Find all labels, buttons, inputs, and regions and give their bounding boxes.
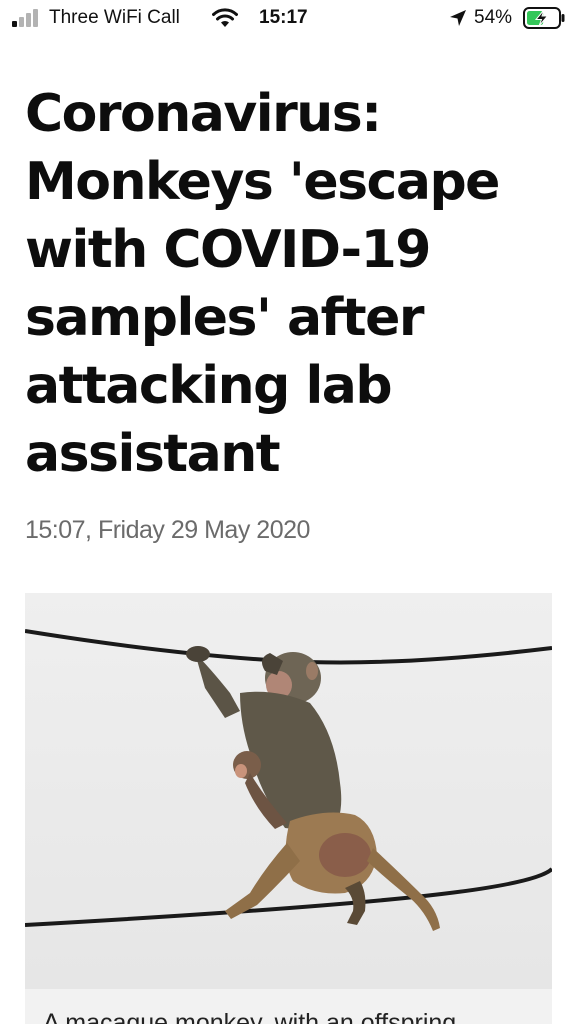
- battery-charging-icon: [523, 7, 565, 29]
- article-timestamp: 15:07, Friday 29 May 2020: [25, 516, 310, 544]
- status-time: 15:17: [259, 7, 308, 28]
- wifi-icon: [212, 8, 238, 27]
- article-headline: Coronavirus: Monkeys 'escape with COVID-…: [25, 84, 500, 484]
- image-caption: A macaque monkey, with an offspring: [43, 1009, 457, 1024]
- status-bar: Three WiFi Call 15:17 54%: [0, 0, 577, 40]
- monkey-photo: [25, 593, 552, 989]
- carrier-name: Three WiFi Call: [49, 7, 180, 28]
- location-arrow-icon: [450, 10, 466, 26]
- battery-percent: 54%: [474, 7, 513, 28]
- article-image[interactable]: [25, 593, 552, 989]
- signal-icon: [12, 9, 38, 27]
- caption-band: A macaque monkey, with an offspring: [25, 989, 552, 1024]
